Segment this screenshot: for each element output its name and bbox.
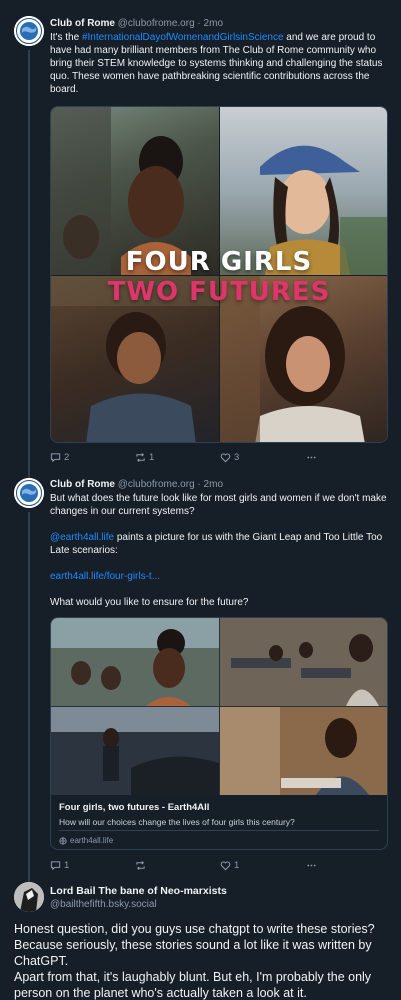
post-header: @bailthefifth.bsky.social: [50, 898, 389, 911]
author-avatar[interactable]: [14, 882, 44, 912]
post-paragraph: @earth4all.life paints a picture for us …: [50, 531, 389, 557]
club-of-rome-logo-icon: [14, 16, 44, 46]
author-name[interactable]: Lord Bail The bane of Neo-marxists: [50, 885, 227, 897]
author-handle[interactable]: @clubofrome.org: [118, 479, 195, 490]
separator-dot: ·: [197, 18, 201, 29]
reply-count: 1: [64, 859, 70, 871]
link-preview-card[interactable]: Four girls, two futures - Earth4All How …: [50, 617, 388, 850]
card-domain: earth4all.life: [59, 836, 113, 845]
thread-line: [28, 50, 30, 470]
repost-icon: [136, 860, 145, 870]
post-text: It's the #InternationalDayofWomenandGirl…: [50, 31, 389, 96]
reply-icon: [50, 452, 61, 462]
post-paragraph: But what does the future look like for m…: [50, 493, 387, 517]
post-text: But what does the future look like for m…: [50, 492, 389, 609]
thread-line: [28, 470, 30, 478]
collage-illustration: [51, 618, 387, 795]
mention-link[interactable]: @earth4all.life: [50, 532, 114, 543]
reply-icon: [50, 860, 61, 870]
black-white-avatar-icon: [14, 882, 44, 912]
post-paragraph: What would you like to ensure for the fu…: [50, 597, 249, 608]
ellipsis-icon: [307, 864, 316, 866]
repost-count: 1: [149, 451, 155, 463]
image-title-line2: TWO FUTURES: [107, 277, 331, 307]
author-avatar[interactable]: [14, 16, 44, 46]
post-time[interactable]: 2mo: [204, 18, 223, 29]
repost-icon: [136, 452, 145, 462]
post-1[interactable]: Club of Rome @clubofrome.org · 2mo It's …: [0, 0, 401, 470]
club-of-rome-logo-icon: [14, 478, 44, 508]
post-2[interactable]: Club of Rome @clubofrome.org · 2mo But w…: [0, 470, 401, 871]
post-header: Club of Rome @clubofrome.org · 2mo: [50, 17, 389, 30]
repost-button[interactable]: 1: [135, 450, 154, 464]
thread-line: [28, 512, 30, 870]
hashtag-link[interactable]: #InternationalDayofWomenandGirlsinScienc…: [82, 32, 284, 43]
reply-button[interactable]: 2: [50, 450, 69, 464]
post-text-part: It's the: [50, 32, 82, 43]
post-text: Honest question, did you guys use chatgp…: [14, 922, 375, 1000]
like-button[interactable]: 3: [220, 450, 239, 464]
like-count: 1: [234, 859, 240, 871]
separator-dot: ·: [197, 479, 201, 490]
ellipsis-icon: [307, 456, 316, 458]
external-link[interactable]: earth4all.life/four-girls-t...: [50, 570, 389, 583]
heart-icon: [220, 860, 231, 870]
image-title-line1: FOUR GIRLS: [125, 247, 313, 277]
card-title: Four girls, two futures - Earth4All: [59, 802, 210, 813]
post-header: Lord Bail The bane of Neo-marxists: [50, 885, 389, 898]
card-description: How will our choices change the lives of…: [59, 817, 295, 827]
heart-icon: [220, 452, 231, 462]
more-button[interactable]: [306, 450, 317, 464]
post-header: Club of Rome @clubofrome.org · 2mo: [50, 478, 389, 491]
post-time[interactable]: 2mo: [204, 479, 223, 490]
author-avatar[interactable]: [14, 478, 44, 508]
author-name[interactable]: Club of Rome: [50, 479, 115, 490]
thread-line: [28, 870, 30, 882]
globe-icon: [59, 836, 67, 845]
reply-count: 2: [64, 451, 70, 463]
post-image[interactable]: FOUR GIRLS TWO FUTURES: [50, 106, 388, 443]
post-3[interactable]: Lord Bail The bane of Neo-marxists @bail…: [0, 870, 401, 1000]
like-count: 3: [234, 451, 240, 463]
author-handle[interactable]: @clubofrome.org: [118, 18, 195, 29]
card-image: [51, 618, 387, 795]
author-handle[interactable]: @bailthefifth.bsky.social: [50, 899, 157, 910]
card-divider: [59, 830, 379, 831]
card-domain-text: earth4all.life: [70, 836, 114, 845]
post-actions: 2 1 3: [50, 450, 389, 464]
author-name[interactable]: Club of Rome: [50, 18, 115, 29]
